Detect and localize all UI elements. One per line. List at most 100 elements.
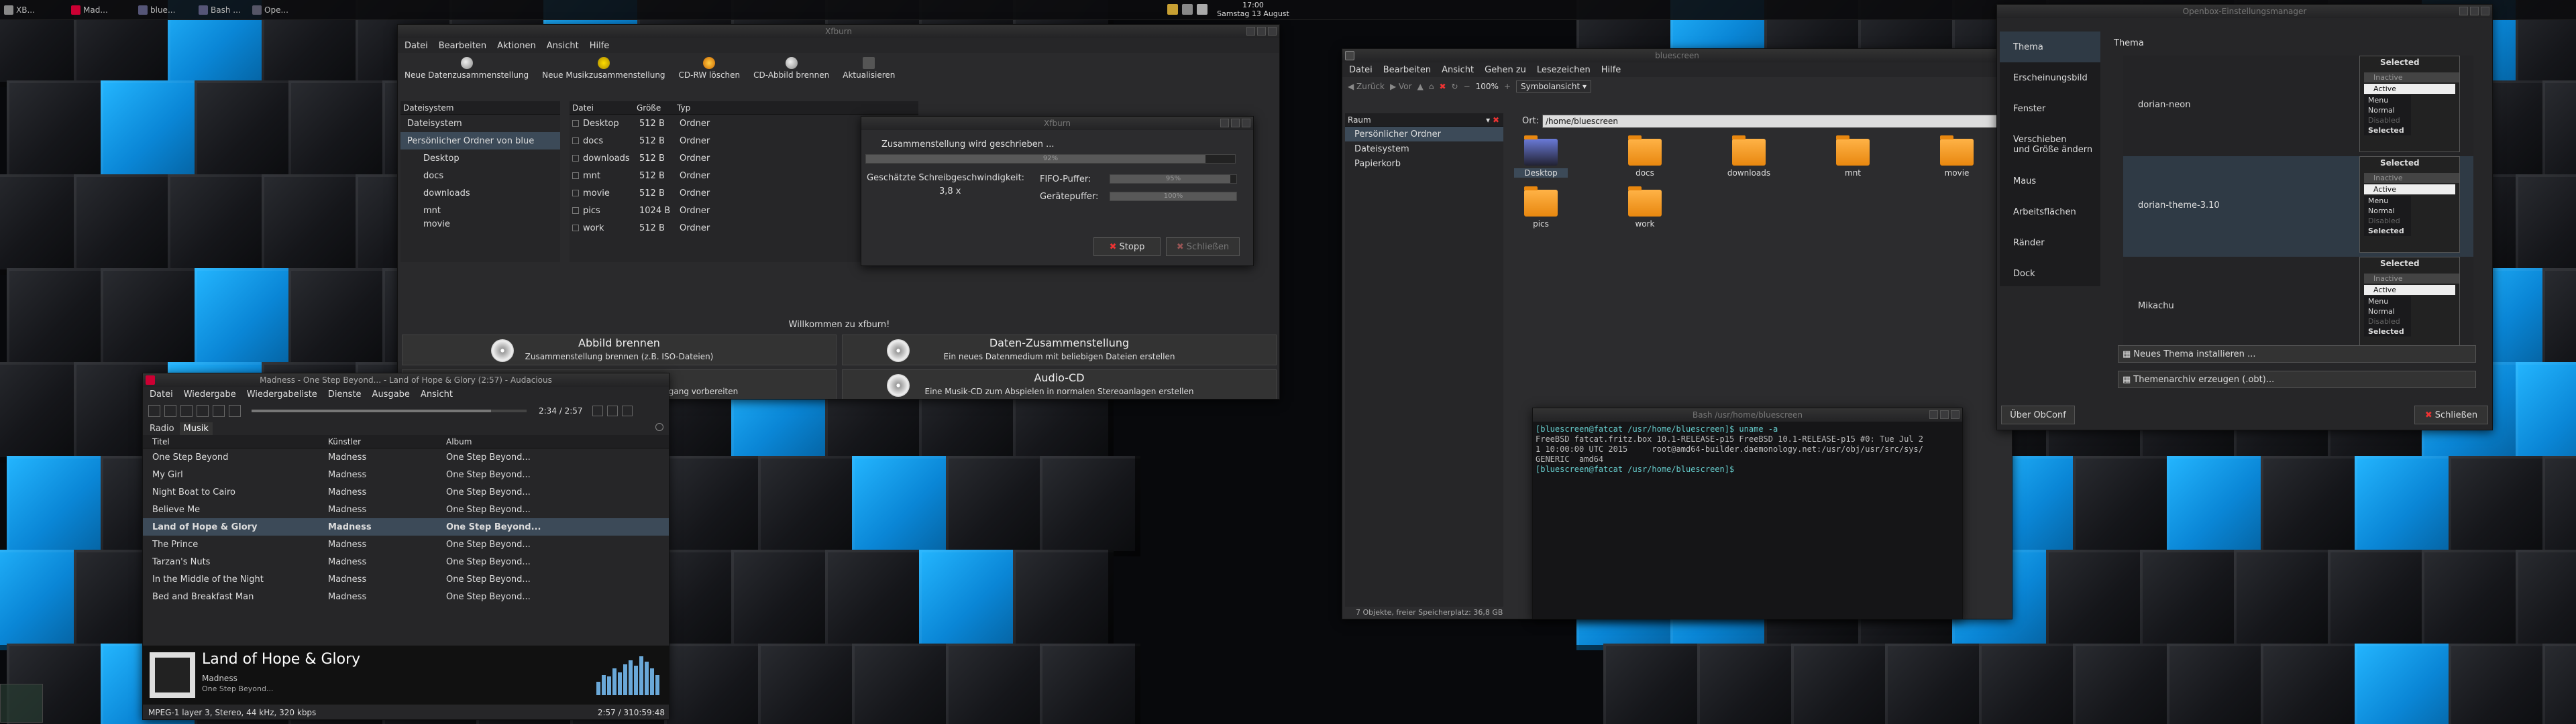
taskbar-item-xfburn[interactable]: XB... — [4, 3, 71, 17]
about-button[interactable]: Über ObConf — [2001, 406, 2075, 424]
audacious-titlebar[interactable]: Madness - One Step Beyond... - Land of H… — [143, 373, 669, 387]
open-icon[interactable] — [148, 405, 160, 417]
tree-item[interactable]: docs — [400, 167, 560, 184]
clock[interactable]: 17:00 Samstag 13 August — [1206, 1, 1300, 18]
place-trash[interactable]: Papierkorb — [1345, 156, 1503, 171]
refresh-button[interactable]: Aktualisieren — [843, 57, 895, 80]
theme-row[interactable]: dorian-theme-3.10 Selected Inactive Active M… — [2123, 156, 2473, 257]
search-icon[interactable] — [655, 423, 663, 431]
mail-icon[interactable] — [1167, 4, 1178, 15]
file-icon-docs[interactable]: docs — [1618, 135, 1672, 178]
forward-button[interactable]: ▶ Vor — [1390, 82, 1412, 91]
terminal-titlebar[interactable]: Bash /usr/home/bluescreen — [1533, 408, 1962, 422]
view-mode-select[interactable]: Symbolansicht ▾ — [1516, 80, 1591, 93]
dialog-titlebar[interactable]: Xfburn — [861, 117, 1253, 130]
maximize-icon[interactable] — [1231, 119, 1240, 127]
zoom-in-icon[interactable]: + — [1504, 82, 1511, 91]
track-row[interactable]: Night Boat to Cairo Madness One Step Beyon… — [143, 483, 669, 501]
nav-item-6[interactable]: Ränder — [2000, 227, 2100, 258]
nav-item-4[interactable]: Maus — [2000, 166, 2100, 196]
menu-dienste[interactable]: Dienste — [328, 389, 362, 400]
volume-icon[interactable] — [621, 406, 633, 416]
terminal-output[interactable]: [bluescreen@fatcat /usr/home/bluescreen]… — [1533, 422, 1962, 477]
install-theme-button[interactable]: ▦ Neues Thema installieren ... — [2118, 345, 2476, 363]
tab-radio[interactable]: Radio — [146, 422, 178, 435]
obconf-titlebar[interactable]: Openbox-Einstellungsmanager — [1997, 5, 2492, 18]
menu-datei[interactable]: Datei — [1349, 65, 1373, 75]
zoom-out-icon[interactable]: − — [1464, 82, 1470, 91]
track-row[interactable]: Believe Me Madness One Step Beyond... — [143, 501, 669, 518]
taskbar-item-audacious[interactable]: Mad... — [71, 3, 138, 17]
minimize-icon[interactable] — [1929, 410, 1938, 419]
close-dialog-button[interactable]: ✖ Schließen — [1166, 237, 1240, 256]
place-home[interactable]: Persönlicher Ordner — [1345, 127, 1503, 141]
minimize-icon[interactable] — [1246, 27, 1255, 36]
nav-item-7[interactable]: Dock — [2000, 258, 2100, 289]
tree-item[interactable]: Persönlicher Ordner von blue — [400, 132, 560, 149]
stop-icon[interactable]: ✖ — [1439, 82, 1446, 91]
menu-wiedergabeliste[interactable]: Wiedergabeliste — [247, 389, 317, 400]
menu-datei[interactable]: Datei — [405, 41, 428, 51]
create-archive-button[interactable]: ▦ Themenarchiv erzeugen (.obt)... — [2118, 371, 2476, 388]
tree-item[interactable]: mnt — [400, 202, 560, 219]
thunar-titlebar[interactable]: bluescreen — [1342, 49, 2012, 62]
seek-slider[interactable] — [252, 410, 527, 412]
menu-datei[interactable]: Datei — [150, 389, 173, 400]
shuffle-icon[interactable] — [606, 406, 618, 416]
action-data-composition-button[interactable]: Daten-Zusammenstellung Ein neues Datenmed… — [842, 335, 1277, 365]
tree-item[interactable]: Dateisystem — [400, 115, 560, 132]
file-icon-work[interactable]: work — [1618, 186, 1672, 229]
file-icon-movie[interactable]: movie — [1930, 135, 1984, 178]
nav-item-5[interactable]: Arbeitsflächen — [2000, 196, 2100, 227]
next-icon[interactable] — [229, 405, 241, 417]
close-icon[interactable] — [2481, 7, 2489, 15]
col-groesse[interactable]: Größe — [637, 103, 677, 113]
close-icon[interactable] — [1268, 27, 1277, 36]
stop-button[interactable]: ✖ Stopp — [1093, 237, 1161, 256]
file-icon-downloads[interactable]: downloads — [1722, 135, 1776, 178]
home-icon[interactable]: ⌂ — [1429, 82, 1434, 91]
tree-item[interactable]: movie — [400, 219, 560, 229]
close-button[interactable]: ✖ Schließen — [2414, 406, 2488, 424]
track-row[interactable]: The Prince Madness One Step Beyond... — [143, 536, 669, 553]
col-titel[interactable]: Titel — [143, 437, 328, 446]
tab-musik[interactable]: Musik — [179, 422, 213, 435]
maximize-icon[interactable] — [1257, 27, 1266, 36]
sidebar-mode-icon[interactable]: ▾ — [1486, 115, 1490, 125]
close-icon[interactable] — [1951, 410, 1960, 419]
network-icon[interactable] — [1182, 4, 1193, 15]
close-sidebar-icon[interactable]: ✖ — [1493, 115, 1499, 125]
theme-row[interactable]: Mikachu Selected Inactive Active Menu Normal D… — [2123, 257, 2473, 357]
menu-bearbeiten[interactable]: Bearbeiten — [1383, 65, 1431, 75]
maximize-icon[interactable] — [1940, 410, 1949, 419]
xfburn-titlebar[interactable]: Xfburn — [398, 25, 1279, 38]
nav-item-3[interactable]: Verschieben und Größe ändern — [2000, 124, 2100, 166]
burn-image-button[interactable]: CD-Abbild brennen — [753, 57, 829, 80]
track-row[interactable]: Land of Hope & Glory Madness One Step Beyo… — [143, 518, 669, 536]
track-row[interactable]: Bed and Breakfast Man Madness One Step Bey… — [143, 588, 669, 605]
file-icon-mnt[interactable]: mnt — [1826, 135, 1880, 178]
file-icon-desktop[interactable]: Desktop — [1514, 135, 1568, 178]
action-audio-cd-button[interactable]: Audio-CD Eine Musik-CD zum Abspielen in n… — [842, 369, 1277, 399]
minimize-icon[interactable] — [2459, 7, 2468, 15]
pause-icon[interactable] — [197, 405, 209, 417]
menu-hilfe[interactable]: Hilfe — [1601, 65, 1621, 75]
col-kuenstler[interactable]: Künstler — [328, 437, 446, 446]
previous-icon[interactable] — [180, 405, 193, 417]
new-data-composition-button[interactable]: Neue Datenzusammenstellung — [405, 57, 529, 80]
menu-gehen-zu[interactable]: Gehen zu — [1485, 65, 1526, 75]
taskbar-item-thunar[interactable]: blue... — [138, 3, 199, 17]
location-input[interactable] — [1542, 115, 2009, 128]
menu-aktionen[interactable]: Aktionen — [497, 41, 536, 51]
track-row[interactable]: My Girl Madness One Step Beyond... — [143, 466, 669, 483]
back-button[interactable]: ◀ Zurück — [1348, 82, 1385, 91]
menu-ansicht[interactable]: Ansicht — [547, 41, 579, 51]
file-icon-pics[interactable]: pics — [1514, 186, 1568, 229]
reload-icon[interactable]: ↻ — [1452, 82, 1458, 91]
track-row[interactable]: One Step Beyond Madness One Step Beyond... — [143, 448, 669, 466]
up-icon[interactable]: ▲ — [1417, 82, 1424, 91]
new-audio-composition-button[interactable]: Neue Musikzusammenstellung — [542, 57, 665, 80]
track-row[interactable]: In the Middle of the Night Madness One Ste… — [143, 570, 669, 588]
menu-hilfe[interactable]: Hilfe — [590, 41, 610, 51]
menu-ansicht[interactable]: Ansicht — [421, 389, 453, 400]
